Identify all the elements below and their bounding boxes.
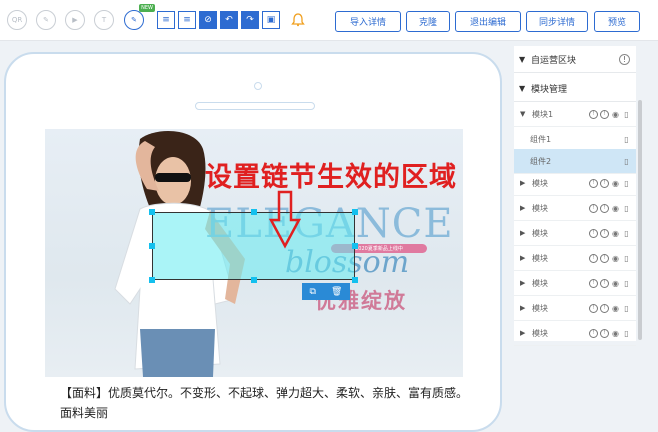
resize-handle[interactable]	[149, 277, 155, 283]
resize-handle[interactable]	[149, 209, 155, 215]
triangle-right-icon: ▶	[520, 304, 526, 312]
qr-icon[interactable]: QR	[7, 10, 27, 30]
panel-scrollbar[interactable]	[638, 100, 642, 340]
camera-icon	[254, 82, 262, 90]
triangle-down-icon: ▼	[519, 54, 526, 64]
trash-icon[interactable]: ▯	[622, 110, 631, 119]
trash-icon[interactable]: ▯	[622, 329, 631, 338]
section-self-operated[interactable]: ▼ 自运营区块 !	[514, 46, 636, 73]
import-details-button[interactable]: 导入详情	[335, 11, 401, 32]
module-row[interactable]: ▶ 模块 !! ◉ ▯	[514, 296, 636, 321]
info-icon[interactable]: !	[589, 278, 598, 288]
section-module-management[interactable]: ▼ 模块管理	[514, 75, 636, 102]
triangle-right-icon: ▶	[520, 179, 526, 187]
eye-icon[interactable]: ◉	[611, 229, 620, 238]
trash-icon[interactable]: ▯	[622, 254, 631, 263]
eye-icon[interactable]: ◉	[611, 204, 620, 213]
redo-icon[interactable]: ↷	[241, 11, 259, 29]
speaker-slot	[195, 102, 315, 110]
annotation-callout: 设置链节生效的区域	[205, 162, 457, 193]
trash-icon[interactable]: 🗑	[331, 287, 342, 297]
resize-handle[interactable]	[352, 243, 358, 249]
info-icon[interactable]: !	[589, 178, 598, 188]
save-icon[interactable]: ▣	[262, 11, 280, 29]
preview-button[interactable]: 预览	[594, 11, 640, 32]
product-description: 【面料】优质莫代尔。不变形、不起球、弹力超大、柔软、亲肤、富有质感。面料美丽	[60, 386, 469, 420]
triangle-right-icon: ▶	[520, 204, 526, 212]
trash-icon[interactable]: ▯	[622, 304, 631, 313]
arrow-down-icon	[268, 190, 302, 249]
resize-handle[interactable]	[352, 277, 358, 283]
info-icon[interactable]: !	[589, 203, 598, 213]
info-icon[interactable]: !	[600, 203, 609, 213]
eye-icon[interactable]: ◉	[611, 279, 620, 288]
triangle-right-icon: ▶	[520, 229, 526, 237]
resize-handle[interactable]	[251, 277, 257, 283]
info-icon[interactable]: !	[600, 228, 609, 238]
sync-details-button[interactable]: 同步详情	[526, 11, 588, 32]
info-icon[interactable]: !	[600, 303, 609, 313]
module-row[interactable]: ▶ 模块 !! ◉ ▯	[514, 221, 636, 246]
eye-icon[interactable]: ◉	[611, 304, 620, 313]
align-bottom-icon[interactable]: ≡	[178, 11, 196, 29]
undo-icon[interactable]: ↶	[220, 11, 238, 29]
hotspot-selection-box[interactable]	[152, 212, 355, 280]
top-toolbar: QR ✎ ▶ T ✎ NEW ≡ ≡ ⊘ ↶ ↷ ▣ 导入详情 克隆 退出编辑 …	[0, 0, 658, 41]
module-row[interactable]: ▶ 模块 !! ◉ ▯	[514, 246, 636, 271]
exit-edit-button[interactable]: 退出编辑	[455, 11, 521, 32]
module-row[interactable]: ▼ 模块1 !! ◉ ▯	[514, 102, 636, 127]
module-row[interactable]: ▶ 模块 !! ◉ ▯	[514, 171, 636, 196]
clone-button[interactable]: 克隆	[406, 11, 450, 32]
info-icon[interactable]: !	[589, 328, 598, 338]
selection-actions: ⧉ 🗑	[302, 283, 350, 300]
info-icon[interactable]: !	[619, 53, 630, 65]
module-row[interactable]: ▶ 模块 !! ◉ ▯	[514, 196, 636, 221]
eye-icon[interactable]: ◉	[611, 179, 620, 188]
info-icon[interactable]: !	[600, 109, 609, 119]
compass-icon[interactable]: ⊘	[199, 11, 217, 29]
eye-icon[interactable]: ◉	[611, 254, 620, 263]
bell-icon[interactable]	[289, 11, 307, 29]
info-icon[interactable]: !	[600, 178, 609, 188]
triangle-right-icon: ▶	[520, 254, 526, 262]
info-icon[interactable]: !	[589, 253, 598, 263]
video-icon[interactable]: ▶	[65, 10, 85, 30]
align-top-icon[interactable]: ≡	[157, 11, 175, 29]
info-icon[interactable]: !	[600, 253, 609, 263]
trash-icon[interactable]: ▯	[622, 229, 631, 238]
info-icon[interactable]: !	[600, 328, 609, 338]
resize-handle[interactable]	[251, 209, 257, 215]
resize-handle[interactable]	[149, 243, 155, 249]
edit-link-icon[interactable]: ✎	[36, 10, 56, 30]
triangle-right-icon: ▶	[520, 279, 526, 287]
copy-icon[interactable]: ⧉	[310, 287, 316, 297]
layer-panel: ▼ 自运营区块 ! ▼ 模块管理 ▼ 模块1 !! ◉ ▯ 组件1 ▯ 组件2 ▯ …	[514, 46, 636, 346]
trash-icon[interactable]: ▯	[622, 179, 631, 188]
info-icon[interactable]: !	[589, 303, 598, 313]
pen-icon[interactable]: ✎	[124, 10, 144, 30]
triangle-down-icon: ▼	[519, 83, 526, 93]
resize-handle[interactable]	[352, 209, 358, 215]
triangle-down-icon: ▼	[520, 110, 526, 118]
trash-icon[interactable]: ▯	[622, 279, 631, 288]
info-icon[interactable]: !	[600, 278, 609, 288]
trash-icon[interactable]: ▯	[622, 135, 631, 144]
new-badge: NEW	[139, 4, 155, 12]
module-row[interactable]: ▶ 模块 !! ◉ ▯	[514, 271, 636, 296]
info-icon[interactable]: !	[589, 228, 598, 238]
text-icon[interactable]: T	[94, 10, 114, 30]
triangle-right-icon: ▶	[520, 329, 526, 337]
eye-icon[interactable]: ◉	[611, 329, 620, 338]
info-icon[interactable]: !	[589, 109, 598, 119]
trash-icon[interactable]: ▯	[622, 204, 631, 213]
module-row[interactable]: ▶ 模块 !! ◉ ▯	[514, 321, 636, 346]
trash-icon[interactable]: ▯	[622, 157, 631, 166]
eye-icon[interactable]: ◉	[611, 110, 620, 119]
